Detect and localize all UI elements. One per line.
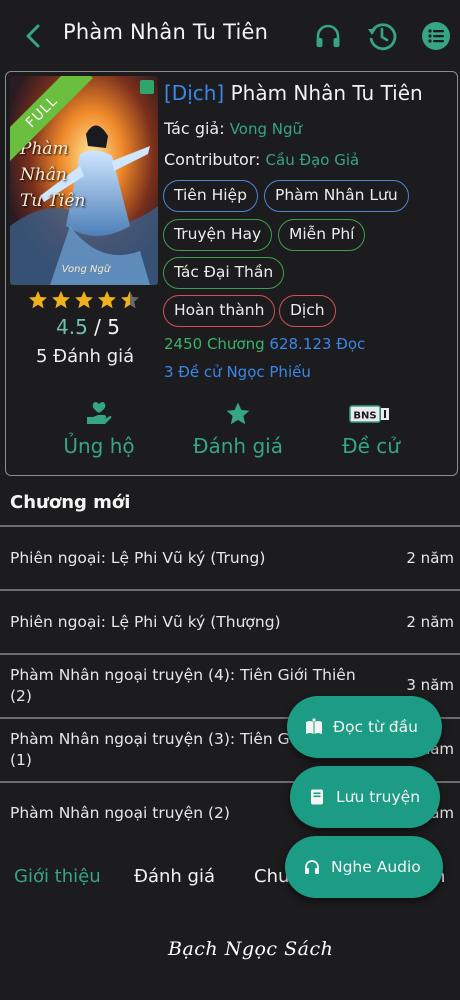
tab-reviews[interactable]: Đánh giá [134, 866, 215, 887]
rating-separator: / [94, 315, 101, 339]
status-chip[interactable]: Dịch [279, 295, 336, 327]
status-chip[interactable]: Hoàn thành [163, 295, 276, 327]
chapter-title-cont: (1) [10, 751, 32, 769]
genre-chip[interactable]: Tiên Hiệp [163, 180, 258, 212]
donate-button[interactable]: Ủng hộ [39, 400, 159, 458]
rating-star-icon [121, 291, 139, 309]
rate-button[interactable]: Đánh giá [178, 400, 298, 458]
headphones-icon [305, 860, 319, 874]
tag-chip[interactable]: Truyện Hay [163, 219, 273, 251]
rating-max: 5 [107, 315, 121, 339]
rating-value: 4.5 [56, 315, 88, 339]
tag-chip[interactable]: Miễn Phí [278, 219, 366, 251]
book-cover[interactable]: Phàm Nhân Tu Tiên Vong Ngữ FULL [10, 76, 158, 285]
divider [0, 653, 460, 655]
bookmark-book-icon [311, 789, 323, 805]
page-title: Phàm Nhân Tu Tiên [63, 20, 269, 44]
book-stats: 2450 Chương 628.123 Đọc [164, 335, 365, 353]
save-book-button[interactable]: Lưu truyện [290, 766, 440, 828]
publisher-logo-icon [140, 80, 154, 94]
donate-label: Ủng hộ [63, 434, 135, 458]
back-icon[interactable] [20, 22, 46, 50]
rating-star-icon [75, 291, 93, 309]
tab-intro[interactable]: Giới thiệu [14, 866, 101, 887]
chapter-item[interactable]: Phiên ngoại: Lệ Phi Vũ ký (Thượng) [10, 612, 390, 633]
chapter-time: 2 năm [406, 613, 454, 631]
divider [0, 525, 460, 527]
book-title-text: Phàm Nhân Tu Tiên [230, 81, 423, 105]
top-bar: Phàm Nhân Tu Tiên [0, 0, 460, 72]
contributor-row: Contributor: Cầu Đạo Giả [164, 150, 359, 169]
chapter-time: 3 năm [406, 676, 454, 694]
author-row: Tác giả: Vong Ngữ [164, 119, 302, 138]
history-icon[interactable] [366, 20, 398, 52]
book-info-card: Phàm Nhân Tu Tiên Vong Ngữ FULL 4.5 / 5 … [5, 71, 458, 476]
read-count: 628.123 Đọc [269, 335, 366, 353]
donate-hand-icon [87, 402, 112, 424]
star-icon [226, 402, 250, 425]
rating-star-icon [29, 291, 47, 309]
chapter-time: 2 năm [406, 549, 454, 567]
read-from-start-label: Đọc từ đầu [333, 718, 418, 736]
author-label: Tác giả: [164, 119, 225, 138]
rating-star-icon [98, 291, 116, 309]
listen-audio-label: Nghe Audio [331, 858, 421, 876]
chapter-item[interactable]: Phiên ngoại: Lệ Phi Vũ ký (Trung) [10, 548, 390, 569]
nominate-button[interactable]: BNS Đề cử [311, 400, 431, 458]
contributor-label: Contributor: [164, 150, 261, 169]
open-book-icon [306, 718, 322, 734]
headphones-icon[interactable] [312, 20, 344, 52]
brand-logo: Bạch Ngọc Sách [168, 938, 334, 960]
read-from-start-button[interactable]: Đọc từ đầu [287, 696, 442, 758]
cover-art-title: Phàm Nhân Tu Tiên [20, 139, 86, 211]
rating-score: 4.5 / 5 [56, 315, 120, 339]
tag-chip[interactable]: Tác Đại Thần [163, 257, 285, 289]
divider [0, 589, 460, 591]
menu-list-icon[interactable] [420, 20, 452, 52]
latest-chapters-heading: Chương mới [10, 492, 131, 513]
author-link[interactable]: Vong Ngữ [230, 120, 302, 138]
bns-icon-text: BNS [353, 411, 376, 422]
nominate-label: Đề cử [342, 434, 400, 458]
rating-star-icon [52, 291, 70, 309]
cover-art-author: Vong Ngữ [61, 264, 111, 275]
chapter-title: Phàm Nhân ngoại truyện (3): Tiên G [10, 730, 290, 748]
rate-label: Đánh giá [193, 434, 283, 458]
rating-stars [28, 290, 140, 310]
book-title: [Dịch] Phàm Nhân Tu Tiên [164, 81, 423, 105]
save-book-label: Lưu truyện [336, 788, 421, 806]
listen-audio-button[interactable]: Nghe Audio [285, 836, 443, 898]
genre-chip[interactable]: Phàm Nhân Lưu [264, 180, 409, 212]
contributor-link[interactable]: Cầu Đạo Giả [266, 151, 360, 169]
bns-ticket-icon: BNS [349, 405, 389, 423]
review-count: 5 Đánh giá [36, 346, 135, 367]
translation-tag: [Dịch] [164, 81, 225, 105]
chapter-count: 2450 Chương [164, 335, 265, 353]
nomination-count: 3 Đề cử Ngọc Phiếu [164, 363, 311, 381]
